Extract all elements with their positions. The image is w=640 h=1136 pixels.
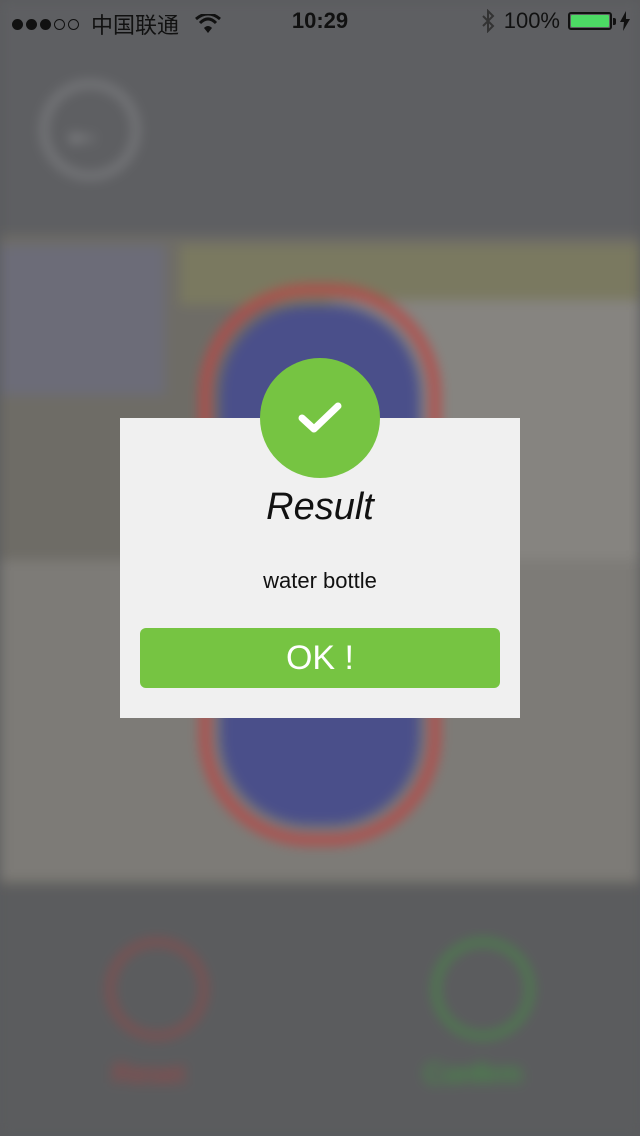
back-arrow-icon: ← xyxy=(62,110,102,154)
checkmark-icon xyxy=(298,402,342,433)
bottom-toolbar xyxy=(0,885,640,1136)
confirm-button[interactable] xyxy=(434,940,532,1038)
battery-percent: 100% xyxy=(503,8,560,33)
bluetooth-icon xyxy=(482,9,495,33)
success-badge xyxy=(260,358,380,478)
ok-button[interactable]: OK ! xyxy=(140,628,500,688)
battery-icon xyxy=(568,12,616,30)
reset-label: Reset xyxy=(112,1058,186,1089)
confirm-label: Confirm xyxy=(424,1058,523,1089)
dialog-message: water bottle xyxy=(263,568,377,593)
dialog-title: Result xyxy=(266,486,374,528)
reset-button[interactable] xyxy=(108,940,206,1038)
charging-bolt-icon xyxy=(620,11,630,31)
status-bar: 中国联通 10:29 100% xyxy=(0,0,640,40)
